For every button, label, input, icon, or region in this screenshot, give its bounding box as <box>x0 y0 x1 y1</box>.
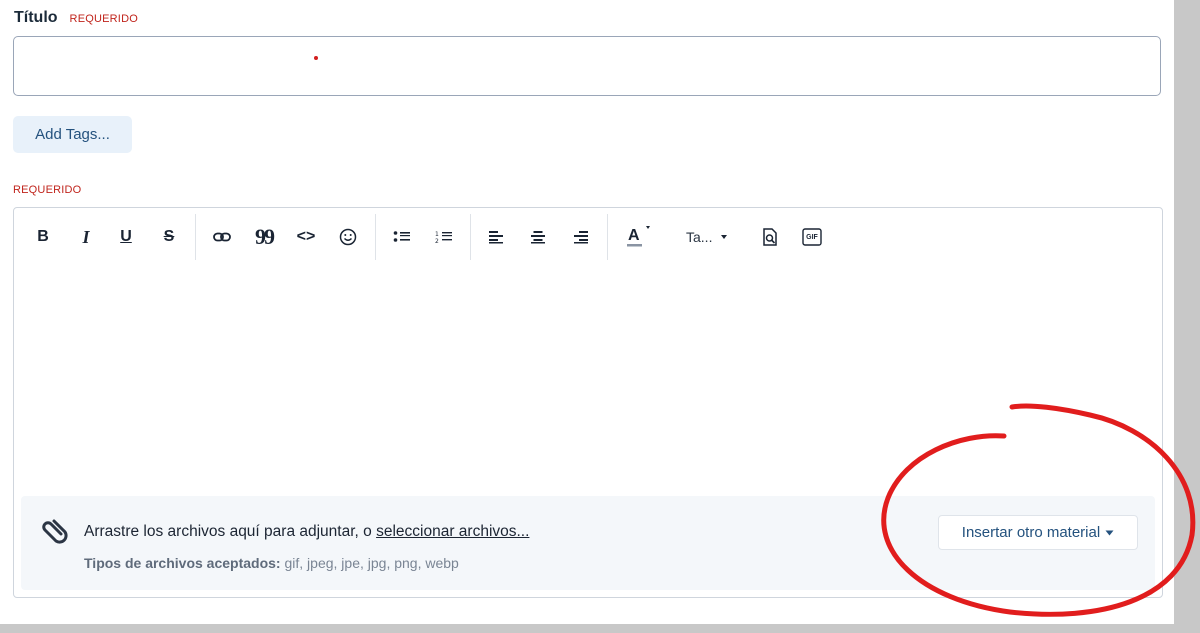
quote-icon[interactable]: 99 <box>253 222 275 252</box>
accepted-types-value: gif, jpeg, jpe, jpg, png, webp <box>284 555 459 571</box>
editor-toolbar: B I U S 99 <> 12 A Ta... GIF <box>14 208 1162 268</box>
bulleted-list-icon[interactable] <box>391 222 413 252</box>
title-required-badge: REQUERIDO <box>69 13 138 25</box>
drop-text: Arrastre los archivos aquí para adjuntar… <box>84 523 377 540</box>
accepted-types: Tipos de archivos aceptados: gif, jpeg, … <box>84 555 459 571</box>
align-left-icon[interactable] <box>486 222 506 252</box>
toolbar-divider <box>375 214 376 260</box>
bold-button[interactable]: B <box>34 222 52 252</box>
caret-down-icon <box>1105 530 1114 535</box>
accepted-types-label: Tipos de archivos aceptados: <box>84 555 281 571</box>
attachment-instructions: Arrastre los archivos aquí para adjuntar… <box>84 523 529 541</box>
chevron-down-icon <box>721 235 728 239</box>
align-right-icon[interactable] <box>571 222 591 252</box>
italic-button[interactable]: I <box>77 222 95 252</box>
gif-label: GIF <box>806 233 818 241</box>
text-color-icon[interactable]: A <box>623 222 653 252</box>
align-center-icon[interactable] <box>528 222 548 252</box>
toolbar-divider <box>607 214 608 260</box>
underline-button[interactable]: U <box>117 222 135 252</box>
rich-text-editor[interactable]: B I U S 99 <> 12 A Ta... GIF Arrastre lo… <box>13 207 1163 598</box>
emoji-icon[interactable] <box>337 222 359 252</box>
font-size-dropdown[interactable]: Ta... <box>686 222 736 252</box>
svg-text:A: A <box>628 227 640 244</box>
paperclip-icon <box>42 519 68 544</box>
form-panel: Título REQUERIDO Add Tags... REQUERIDO B… <box>0 0 1174 624</box>
code-icon[interactable]: <> <box>295 222 317 252</box>
gif-icon[interactable]: GIF <box>801 222 823 252</box>
link-icon[interactable] <box>211 222 233 252</box>
marker-dot <box>314 56 318 60</box>
insert-other-media-label: Insertar otro material <box>961 524 1101 541</box>
svg-text:2: 2 <box>435 238 439 244</box>
title-label: Título <box>14 9 58 26</box>
title-label-row: Título REQUERIDO <box>14 9 138 27</box>
toolbar-divider <box>195 214 196 260</box>
add-tags-button[interactable]: Add Tags... <box>13 116 132 153</box>
attachment-dropzone[interactable]: Arrastre los archivos aquí para adjuntar… <box>21 496 1155 590</box>
numbered-list-icon[interactable]: 12 <box>433 222 455 252</box>
insert-other-media-button[interactable]: Insertar otro material <box>938 515 1138 550</box>
toolbar-divider <box>470 214 471 260</box>
svg-text:1: 1 <box>435 231 439 238</box>
font-size-label: Ta... <box>686 229 713 245</box>
select-files-link[interactable]: seleccionar archivos... <box>376 523 529 540</box>
strikethrough-button[interactable]: S <box>160 222 178 252</box>
preview-icon[interactable] <box>759 222 781 252</box>
body-required-badge: REQUERIDO <box>13 184 82 196</box>
title-input[interactable] <box>13 36 1161 96</box>
